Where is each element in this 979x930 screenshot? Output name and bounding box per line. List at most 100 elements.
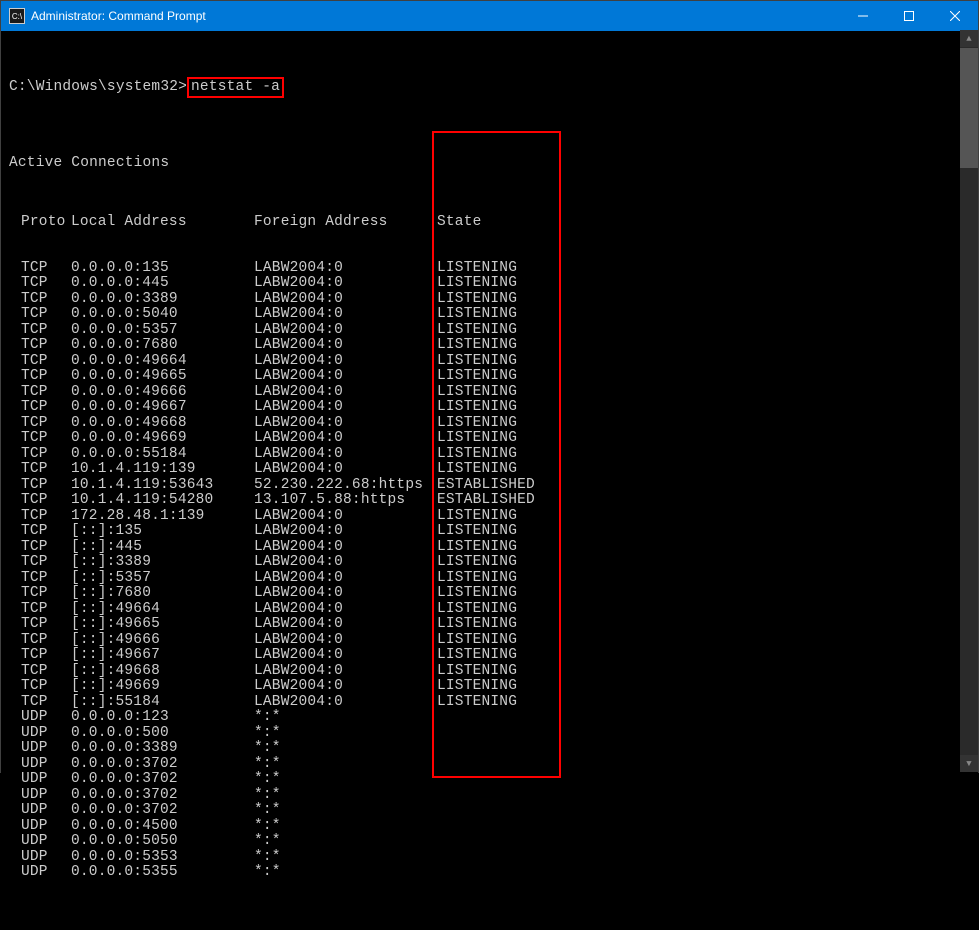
cell-local: 0.0.0.0:49665 (71, 369, 254, 385)
cell-state: LISTENING (437, 416, 550, 432)
cell-proto: TCP (9, 493, 71, 509)
cell-local: [::]:7680 (71, 586, 254, 602)
connection-row: TCP[::]:7680LABW2004:0LISTENING (9, 586, 976, 602)
cell-state: LISTENING (437, 602, 550, 618)
cell-foreign: LABW2004:0 (254, 369, 437, 385)
cell-local: 0.0.0.0:3702 (71, 772, 254, 788)
connection-row: TCP[::]:3389LABW2004:0LISTENING (9, 555, 976, 571)
header-local: Local Address (71, 215, 254, 231)
connection-row: TCP172.28.48.1:139LABW2004:0LISTENING (9, 509, 976, 525)
cell-local: 0.0.0.0:49669 (71, 431, 254, 447)
connection-row: UDP0.0.0.0:4500*:* (9, 819, 976, 835)
cell-local: [::]:5357 (71, 571, 254, 587)
cell-proto: TCP (9, 509, 71, 525)
cell-local: 0.0.0.0:55184 (71, 447, 254, 463)
cell-proto: TCP (9, 679, 71, 695)
cell-foreign: *:* (254, 803, 437, 819)
connection-row: TCP0.0.0.0:49665LABW2004:0LISTENING (9, 369, 976, 385)
window-title: Administrator: Command Prompt (31, 9, 206, 23)
connection-row: TCP[::]:49665LABW2004:0LISTENING (9, 617, 976, 633)
cell-local: 0.0.0.0:5040 (71, 307, 254, 323)
cell-local: 0.0.0.0:5353 (71, 850, 254, 866)
connection-row: TCP0.0.0.0:7680LABW2004:0LISTENING (9, 338, 976, 354)
cell-foreign: LABW2004:0 (254, 509, 437, 525)
connection-row: TCP[::]:49666LABW2004:0LISTENING (9, 633, 976, 649)
connection-row: TCP0.0.0.0:49668LABW2004:0LISTENING (9, 416, 976, 432)
cell-foreign: LABW2004:0 (254, 354, 437, 370)
cell-state: LISTENING (437, 431, 550, 447)
scroll-up-arrow[interactable]: ▲ (960, 30, 978, 47)
cell-foreign: *:* (254, 819, 437, 835)
cell-local: 0.0.0.0:3702 (71, 803, 254, 819)
cell-foreign: LABW2004:0 (254, 447, 437, 463)
cell-proto: TCP (9, 416, 71, 432)
cell-proto: TCP (9, 338, 71, 354)
cell-foreign: *:* (254, 726, 437, 742)
connection-row: UDP0.0.0.0:3389*:* (9, 741, 976, 757)
cell-state: LISTENING (437, 338, 550, 354)
connection-row: TCP[::]:49667LABW2004:0LISTENING (9, 648, 976, 664)
connection-row: TCP[::]:49664LABW2004:0LISTENING (9, 602, 976, 618)
cmd-icon: C:\ (9, 8, 25, 24)
cell-foreign: LABW2004:0 (254, 695, 437, 711)
cell-local: 0.0.0.0:445 (71, 276, 254, 292)
cell-foreign: LABW2004:0 (254, 292, 437, 308)
cell-foreign: 52.230.222.68:https (254, 478, 437, 494)
cell-foreign: *:* (254, 757, 437, 773)
cell-proto: TCP (9, 571, 71, 587)
cell-local: 0.0.0.0:500 (71, 726, 254, 742)
cell-foreign: LABW2004:0 (254, 261, 437, 277)
scrollbar[interactable]: ▲ ▼ (960, 30, 978, 772)
cell-local: 0.0.0.0:49667 (71, 400, 254, 416)
cell-state: LISTENING (437, 648, 550, 664)
cell-foreign: LABW2004:0 (254, 338, 437, 354)
connection-row: TCP[::]:55184LABW2004:0LISTENING (9, 695, 976, 711)
cell-proto: UDP (9, 819, 71, 835)
connection-row: UDP0.0.0.0:3702*:* (9, 803, 976, 819)
cell-local: [::]:135 (71, 524, 254, 540)
cell-proto: UDP (9, 834, 71, 850)
scroll-thumb[interactable] (960, 48, 978, 168)
cell-foreign: *:* (254, 772, 437, 788)
cell-foreign: LABW2004:0 (254, 602, 437, 618)
cell-proto: TCP (9, 276, 71, 292)
cell-foreign: LABW2004:0 (254, 416, 437, 432)
cell-proto: TCP (9, 462, 71, 478)
cell-state: LISTENING (437, 586, 550, 602)
connection-row: TCP0.0.0.0:3389LABW2004:0LISTENING (9, 292, 976, 308)
connection-row: UDP0.0.0.0:3702*:* (9, 788, 976, 804)
close-button[interactable] (932, 1, 978, 31)
cell-state: LISTENING (437, 679, 550, 695)
connection-row: UDP0.0.0.0:5050*:* (9, 834, 976, 850)
connection-row: TCP0.0.0.0:55184LABW2004:0LISTENING (9, 447, 976, 463)
cell-local: 10.1.4.119:53643 (71, 478, 254, 494)
cell-foreign: 13.107.5.88:https (254, 493, 437, 509)
cell-local: [::]:49668 (71, 664, 254, 680)
titlebar[interactable]: C:\ Administrator: Command Prompt (1, 1, 978, 31)
connection-row: TCP10.1.4.119:5428013.107.5.88:httpsESTA… (9, 493, 976, 509)
cell-proto: TCP (9, 540, 71, 556)
cell-state: ESTABLISHED (437, 478, 550, 494)
connection-row: TCP0.0.0.0:49667LABW2004:0LISTENING (9, 400, 976, 416)
cell-proto: TCP (9, 369, 71, 385)
terminal-output[interactable]: C:\Windows\system32>netstat -a Active Co… (1, 31, 978, 930)
maximize-button[interactable] (886, 1, 932, 31)
titlebar-left: C:\ Administrator: Command Prompt (1, 8, 206, 24)
cell-local: [::]:49667 (71, 648, 254, 664)
cell-proto: TCP (9, 524, 71, 540)
minimize-button[interactable] (840, 1, 886, 31)
cell-proto: UDP (9, 741, 71, 757)
cell-local: 172.28.48.1:139 (71, 509, 254, 525)
cell-foreign: LABW2004:0 (254, 679, 437, 695)
cell-local: [::]:49665 (71, 617, 254, 633)
connection-row: TCP[::]:135LABW2004:0LISTENING (9, 524, 976, 540)
cell-foreign: *:* (254, 865, 437, 881)
scroll-down-arrow[interactable]: ▼ (960, 755, 978, 772)
cell-proto: UDP (9, 710, 71, 726)
command-text: netstat -a (187, 77, 284, 98)
connection-row: UDP0.0.0.0:5353*:* (9, 850, 976, 866)
connection-row: TCP[::]:5357LABW2004:0LISTENING (9, 571, 976, 587)
cell-state: LISTENING (437, 524, 550, 540)
cell-proto: TCP (9, 617, 71, 633)
cell-proto: TCP (9, 307, 71, 323)
